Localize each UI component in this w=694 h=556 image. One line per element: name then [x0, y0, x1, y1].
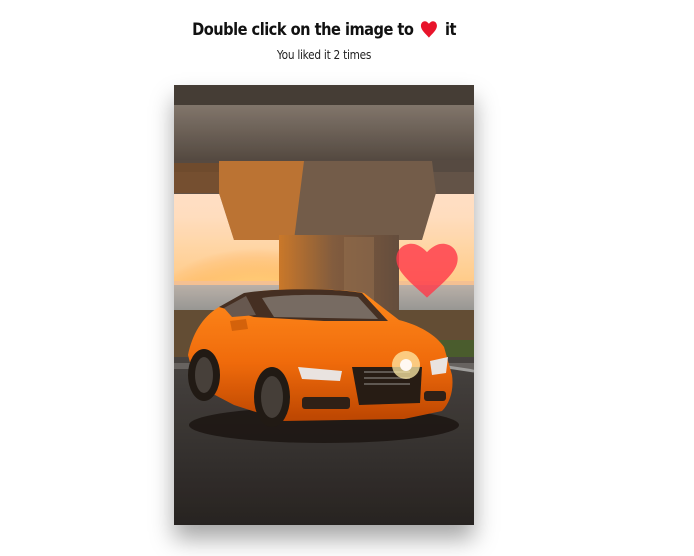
heart-icon — [421, 21, 438, 43]
car-photo-scene — [174, 85, 474, 525]
page-title: Double click on the image to it — [45, 20, 602, 43]
page: Double click on the image to it You like… — [0, 0, 694, 556]
title-text-before: Double click on the image to — [192, 20, 419, 40]
title-text-after: it — [440, 20, 456, 40]
car-image[interactable] — [174, 85, 474, 525]
like-counter: You liked it 2 times — [276, 48, 372, 62]
